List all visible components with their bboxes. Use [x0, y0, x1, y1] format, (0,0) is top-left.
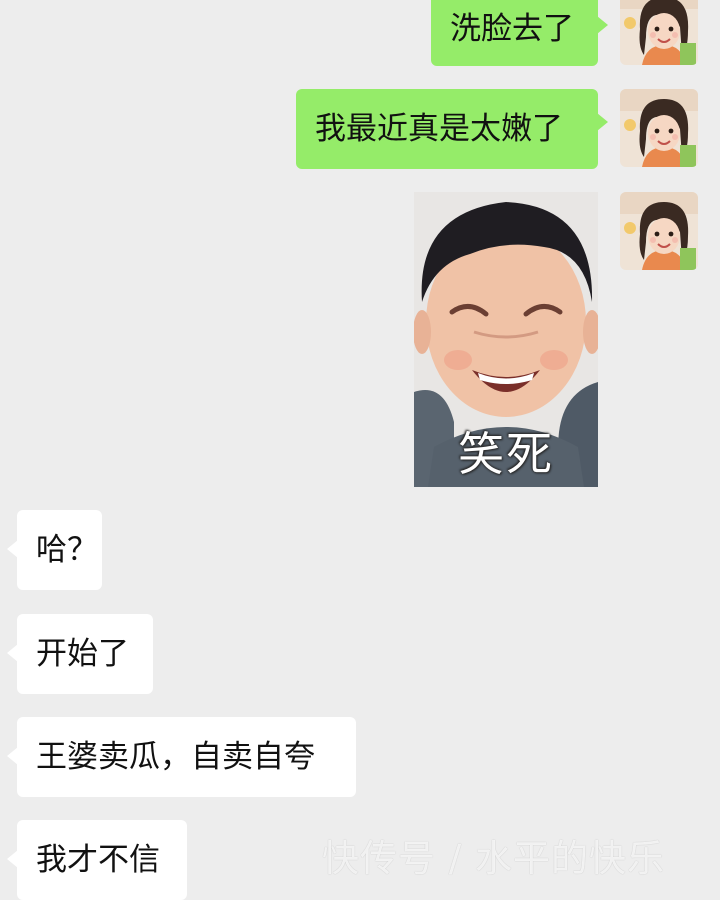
incoming-message-bubble[interactable]: 开始了 — [7, 614, 153, 694]
sticker-caption: 笑死 — [458, 427, 554, 481]
sticker-message[interactable]: 笑死 — [414, 192, 598, 487]
message-text: 王婆卖瓜，自卖自夸 — [36, 738, 315, 775]
little-girl-avatar-icon — [620, 0, 698, 65]
message-text: 我最近真是太嫩了 — [315, 110, 563, 147]
little-girl-avatar-icon — [620, 89, 698, 167]
little-girl-avatar-icon — [620, 192, 698, 270]
message-text: 洗脸去了 — [450, 10, 574, 47]
message-text: 我才不信 — [36, 841, 160, 878]
message-text: 哈？ — [36, 531, 98, 568]
outgoing-message-bubble[interactable]: 我最近真是太嫩了 — [296, 89, 608, 169]
avatar[interactable] — [620, 192, 698, 270]
outgoing-message-bubble[interactable]: 洗脸去了 — [431, 0, 608, 66]
incoming-message-bubble[interactable]: 我才不信 — [7, 820, 187, 900]
incoming-message-bubble[interactable]: 王婆卖瓜，自卖自夸 — [7, 717, 356, 797]
watermark: 快传号 / 水平的快乐 — [322, 837, 665, 880]
incoming-message-bubble[interactable]: 哈？ — [7, 510, 102, 590]
avatar[interactable] — [620, 0, 698, 65]
avatar[interactable] — [620, 89, 698, 167]
message-text: 开始了 — [36, 635, 129, 672]
